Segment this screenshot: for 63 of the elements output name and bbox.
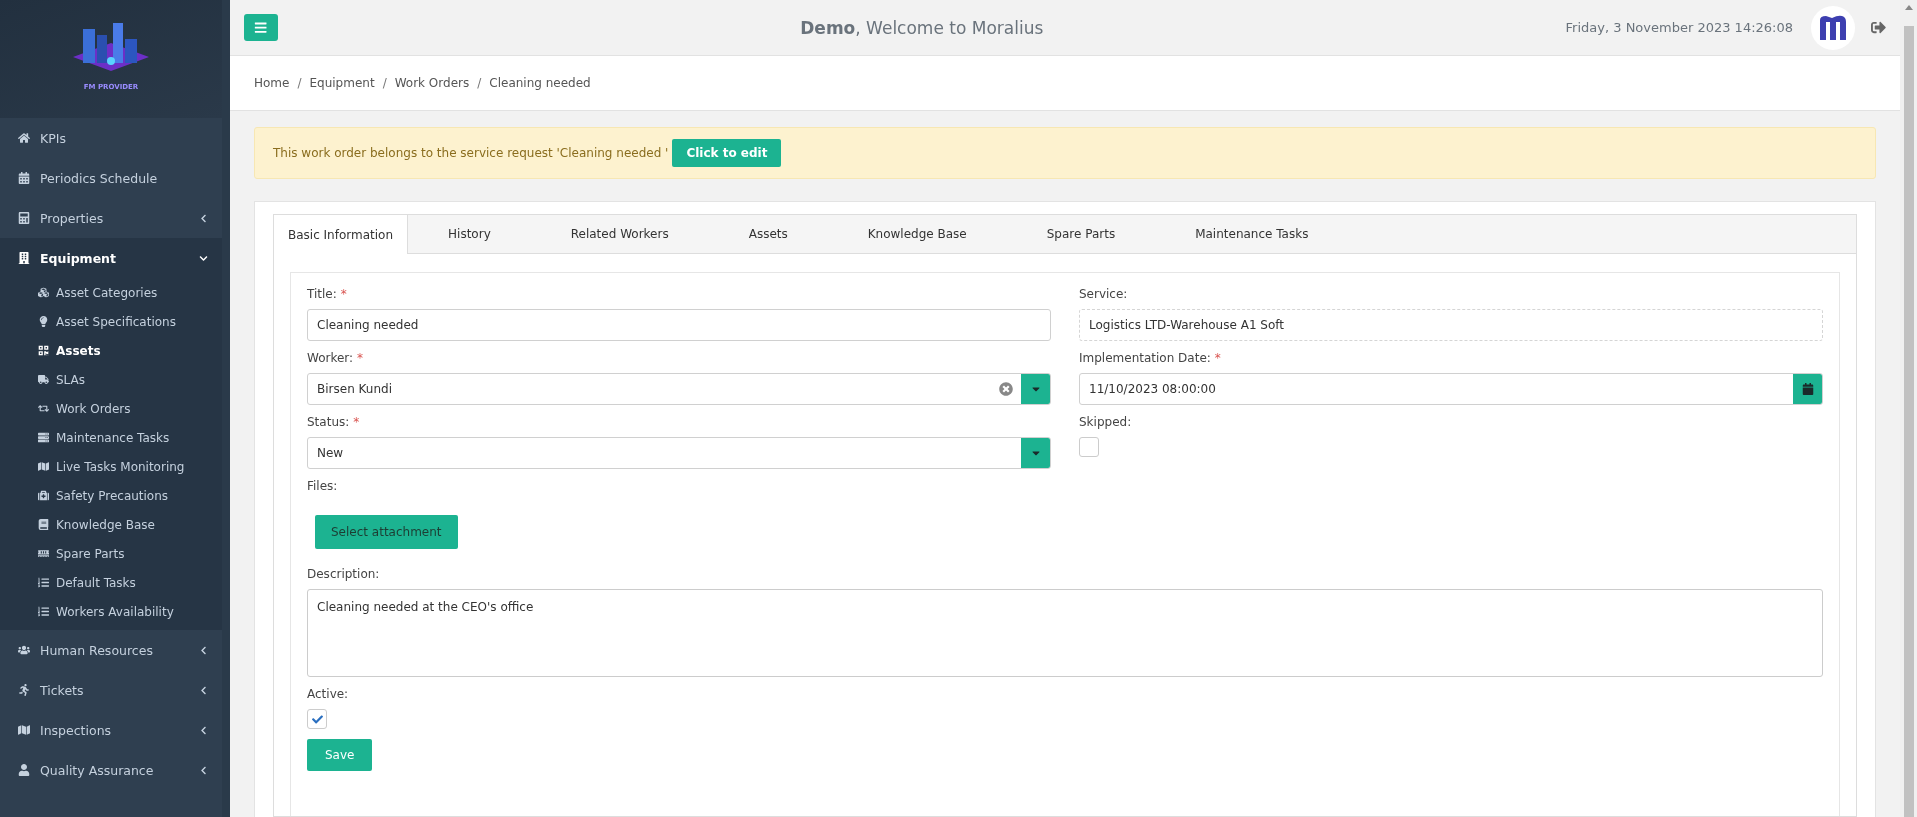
sidebar-subitem[interactable]: Knowledge Base [0, 510, 222, 539]
label-text: Status: * [307, 415, 360, 429]
tab[interactable]: History [408, 215, 531, 253]
tab[interactable]: Assets [708, 215, 828, 253]
label-text: Active: [307, 687, 349, 701]
sidebar-subitem[interactable]: Safety Precautions [0, 481, 222, 510]
sidebar-subitem[interactable]: Assets [0, 336, 222, 365]
sidebar-subitem[interactable]: Work Orders [0, 394, 222, 423]
label-text: Skipped: [1079, 415, 1132, 429]
tab[interactable]: Spare Parts [1006, 215, 1156, 253]
description-field[interactable]: Cleaning needed at the CEO's office [307, 589, 1823, 677]
calendar-icon[interactable] [1793, 374, 1822, 404]
label-text: Service: [1079, 287, 1128, 301]
sidebar-subitem[interactable]: Live Tasks Monitoring [0, 452, 222, 481]
label-text: Files: [307, 479, 338, 493]
sidebar-item[interactable]: Equipment [0, 238, 222, 278]
sidebar-subitem[interactable]: SLAs [0, 365, 222, 394]
sidebar-item[interactable]: Tickets [0, 670, 222, 710]
tab[interactable]: Knowledge Base [827, 215, 1007, 253]
label-text: Description: [307, 567, 380, 581]
breadcrumb-separator: / [382, 76, 387, 90]
sidebar-subitem[interactable]: Workers Availability [0, 597, 222, 626]
breadcrumb-link[interactable]: Equipment [309, 76, 375, 90]
sidebar-item[interactable]: Quality Assurance [0, 750, 222, 790]
sidebar-item[interactable]: Periodics Schedule [0, 158, 222, 198]
sidebar-subitem[interactable]: Spare Parts [0, 539, 222, 568]
menu-button[interactable] [244, 14, 278, 41]
breadcrumb-separator: / [297, 76, 302, 90]
sidebar-item[interactable]: Inspections [0, 710, 222, 750]
date-field[interactable]: 11/10/2023 08:00:00 [1079, 373, 1823, 405]
readonly-field: Logistics LTD-Warehouse A1 Soft [1079, 309, 1823, 341]
dropdown-caret-icon[interactable] [1021, 374, 1050, 404]
sidebar-subitem[interactable]: Default Tasks [0, 568, 222, 597]
dropdown-caret-icon[interactable] [1021, 438, 1050, 468]
text-field[interactable]: Cleaning needed [307, 309, 1051, 341]
tab[interactable]: Maintenance Tasks [1155, 215, 1349, 253]
select-field[interactable]: Birsen Kundi [307, 373, 1051, 405]
label-text: Implementation Date: * [1079, 351, 1221, 365]
sidebar-item[interactable]: KPIs [0, 118, 222, 158]
breadcrumb-link[interactable]: Work Orders [394, 76, 470, 90]
alert-text: This work order belongs to the service request 'Cleaning needed ' [273, 146, 669, 160]
sidebar-subitem[interactable]: Asset Categories [0, 278, 222, 307]
date-time: Friday, 3 November 2023 14:26:08 [1565, 20, 1793, 35]
avatar[interactable] [1811, 5, 1855, 50]
sidebar-subitem[interactable]: Asset Specifications [0, 307, 222, 336]
tab[interactable]: Related Workers [530, 215, 709, 253]
sidebar-item[interactable]: Properties [0, 198, 222, 238]
welcome-text: Demo, Welcome to Moralius [799, 17, 1045, 38]
logout-icon[interactable] [1871, 20, 1886, 35]
sidebar-item[interactable]: Human Resources [0, 630, 222, 670]
m-logo-icon [1818, 13, 1848, 42]
sidebar-subitem[interactable]: Maintenance Tasks [0, 423, 222, 452]
label-text: Title: * [307, 287, 347, 301]
checkbox[interactable] [307, 709, 327, 729]
select-attachment-button[interactable]: Select attachment [315, 515, 458, 549]
clear-icon[interactable] [999, 382, 1013, 396]
check-icon [311, 713, 323, 725]
select-field[interactable]: New [307, 437, 1051, 469]
label-text: Worker: * [307, 351, 364, 365]
tab[interactable]: Basic Information [274, 215, 409, 254]
breadcrumb-link[interactable]: Home [254, 76, 290, 90]
checkbox[interactable] [1079, 437, 1099, 457]
breadcrumb-separator: / [477, 76, 482, 90]
